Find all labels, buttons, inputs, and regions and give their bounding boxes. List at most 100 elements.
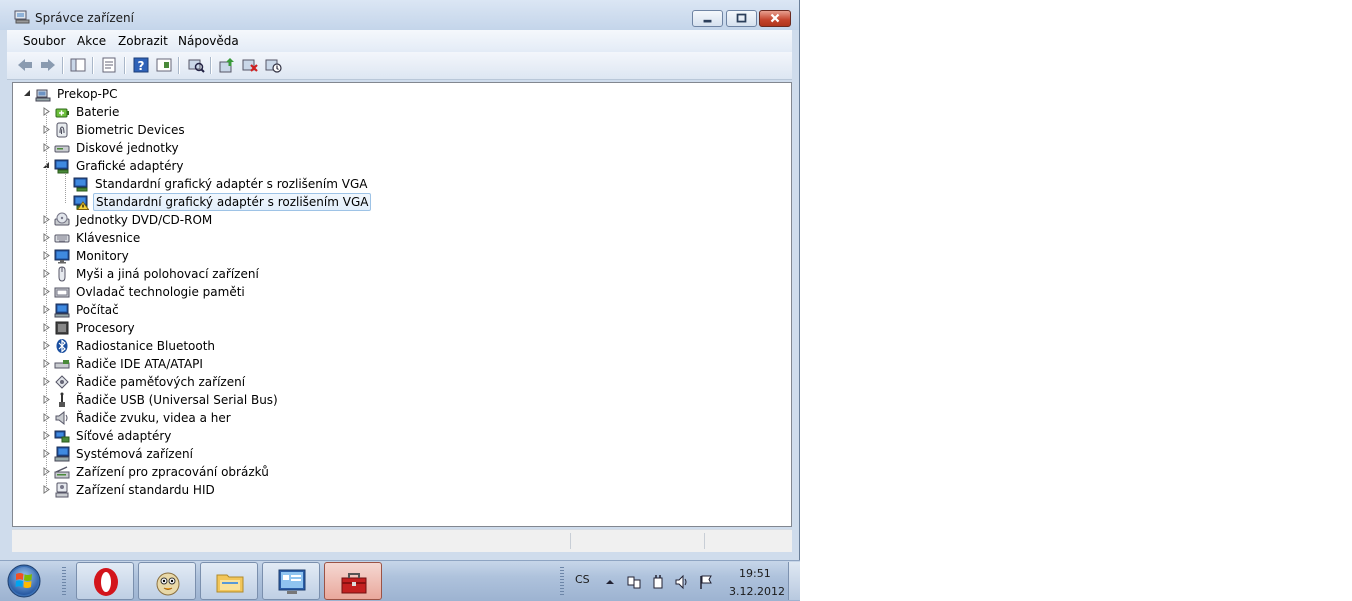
device-manager-window: Správce zařízení Soubor Akce Zobrazit Ná…	[0, 0, 800, 560]
node-label: Zařízení standardu HID	[76, 483, 215, 497]
tree-category[interactable]: Řadiče USB (Universal Serial Bus)	[13, 391, 773, 409]
show-hidden-icons-icon[interactable]	[602, 574, 618, 590]
clock-time[interactable]: 19:51	[739, 567, 771, 580]
tree-root[interactable]: Prekop-PC	[13, 85, 773, 103]
node-label: Počítač	[76, 303, 119, 317]
window-title: Správce zařízení	[35, 11, 134, 25]
scan-hardware-icon[interactable]	[187, 56, 205, 74]
device-manager-toolbox-icon	[341, 573, 367, 594]
tree-device[interactable]: Standardní grafický adaptér s rozlišením…	[13, 175, 773, 193]
scanner-icon	[54, 466, 70, 479]
status-bar	[12, 529, 792, 552]
taskbar-device-manager[interactable]	[324, 562, 382, 600]
disk-drive-icon	[54, 145, 70, 153]
disable-device-icon[interactable]	[264, 56, 282, 74]
network-adapter-icon	[54, 430, 70, 443]
memory-controller-icon	[54, 287, 70, 298]
node-label: Procesory	[76, 321, 135, 335]
uninstall-device-icon[interactable]	[241, 56, 259, 74]
node-label: Klávesnice	[76, 231, 141, 245]
tree-category[interactable]: Diskové jednotky	[13, 139, 773, 157]
menu-zobrazit[interactable]: Zobrazit	[118, 34, 168, 48]
menu-soubor[interactable]: Soubor	[23, 34, 65, 48]
tree-device[interactable]: Standardní grafický adaptér s rozlišením…	[13, 193, 773, 211]
windows-start-icon[interactable]	[6, 563, 42, 599]
fingerprint-icon	[56, 122, 68, 138]
maximize-icon	[736, 13, 747, 23]
tree-category[interactable]: Systémová zařízení	[13, 445, 773, 463]
tree-category[interactable]: Zařízení pro zpracování obrázků	[13, 463, 773, 481]
update-driver-icon[interactable]	[218, 56, 236, 74]
pidgin-icon	[156, 572, 180, 596]
display-adapter-icon	[54, 159, 69, 174]
battery-icon	[55, 108, 69, 118]
taskbar-opera[interactable]	[76, 562, 134, 600]
forward-arrow-icon[interactable]	[39, 56, 57, 74]
node-label: Monitory	[76, 249, 129, 263]
node-label: Radiostanice Bluetooth	[76, 339, 216, 353]
toolbar: ?	[7, 52, 792, 80]
node-label: Ovladač technologie paměti	[76, 285, 245, 299]
tree-category[interactable]: Radiostanice Bluetooth	[13, 337, 773, 355]
speaker-icon	[55, 410, 68, 426]
view-pane-icon[interactable]	[155, 56, 173, 74]
volume-tray-icon[interactable]	[674, 574, 690, 590]
tree-category[interactable]: Myši a jiná polohovací zařízení	[13, 265, 773, 283]
tree-category[interactable]: Ovladač technologie paměti	[13, 283, 773, 301]
ide-controller-icon	[54, 360, 70, 369]
tree-category[interactable]: Baterie	[13, 103, 773, 121]
action-center-flag-icon[interactable]	[698, 574, 714, 590]
node-label: Síťové adaptéry	[76, 429, 172, 443]
close-button[interactable]	[759, 10, 791, 27]
tree-category[interactable]: Počítač	[13, 301, 773, 319]
tree-connector	[46, 112, 47, 490]
show-desktop-button[interactable]	[788, 562, 800, 600]
svg-text:?: ?	[138, 59, 145, 73]
dvd-drive-icon	[54, 212, 70, 226]
tree-category[interactable]: Řadiče zvuku, videa a her	[13, 409, 773, 427]
menu-akce[interactable]: Akce	[77, 34, 106, 48]
system-device-icon	[54, 446, 70, 462]
maximize-button[interactable]	[726, 10, 757, 27]
tree-category[interactable]: Procesory	[13, 319, 773, 337]
clock-date[interactable]: 3.12.2012	[729, 585, 785, 598]
keyboard-icon	[54, 234, 70, 243]
language-indicator[interactable]: CS	[575, 573, 590, 586]
node-label: Systémová zařízení	[76, 447, 193, 461]
power-tray-icon[interactable]	[650, 574, 666, 590]
tree-category[interactable]: Řadiče IDE ATA/ATAPI	[13, 355, 773, 373]
monitor-icon	[54, 249, 70, 264]
tree-category[interactable]: Biometric Devices	[13, 121, 773, 139]
tree-category[interactable]: Řadiče paměťových zařízení	[13, 373, 773, 391]
opera-icon	[94, 568, 118, 596]
bluetooth-icon	[56, 339, 68, 353]
computer-icon	[54, 303, 70, 318]
node-label: Prekop-PC	[57, 87, 118, 101]
mouse-icon	[58, 266, 66, 282]
taskbar-pidgin[interactable]	[138, 562, 196, 600]
node-label: Zařízení pro zpracování obrázků	[76, 465, 269, 479]
node-label: Grafické adaptéry	[76, 159, 184, 173]
tree-category[interactable]: Jednotky DVD/CD-ROM	[13, 211, 773, 229]
tree-category[interactable]: Klávesnice	[13, 229, 773, 247]
show-hide-tree-icon[interactable]	[69, 56, 87, 74]
node-label: Standardní grafický adaptér s rozlišením…	[95, 177, 368, 191]
tree-category[interactable]: Monitory	[13, 247, 773, 265]
taskbar-explorer[interactable]	[200, 562, 258, 600]
minimize-icon	[703, 19, 712, 23]
tree-category[interactable]: Grafické adaptéry	[13, 157, 773, 175]
help-icon[interactable]: ?	[132, 56, 150, 74]
node-label: Řadiče paměťových zařízení	[76, 375, 246, 389]
tree-category[interactable]: Síťové adaptéry	[13, 427, 773, 445]
network-tray-icon[interactable]	[626, 574, 642, 590]
properties-icon[interactable]	[100, 56, 118, 74]
taskbar-control-panel[interactable]	[262, 562, 320, 600]
node-label: Diskové jednotky	[76, 141, 179, 155]
title-bar[interactable]: Správce zařízení	[0, 0, 799, 30]
minimize-button[interactable]	[692, 10, 723, 27]
tree-category[interactable]: Zařízení standardu HID	[13, 481, 773, 499]
device-tree[interactable]: Prekop-PC Baterie Biometric Devices Diskové…	[12, 82, 792, 527]
collapse-arrow-icon[interactable]	[23, 89, 32, 98]
back-arrow-icon[interactable]	[16, 56, 34, 74]
menu-napoveda[interactable]: Nápověda	[178, 34, 239, 48]
